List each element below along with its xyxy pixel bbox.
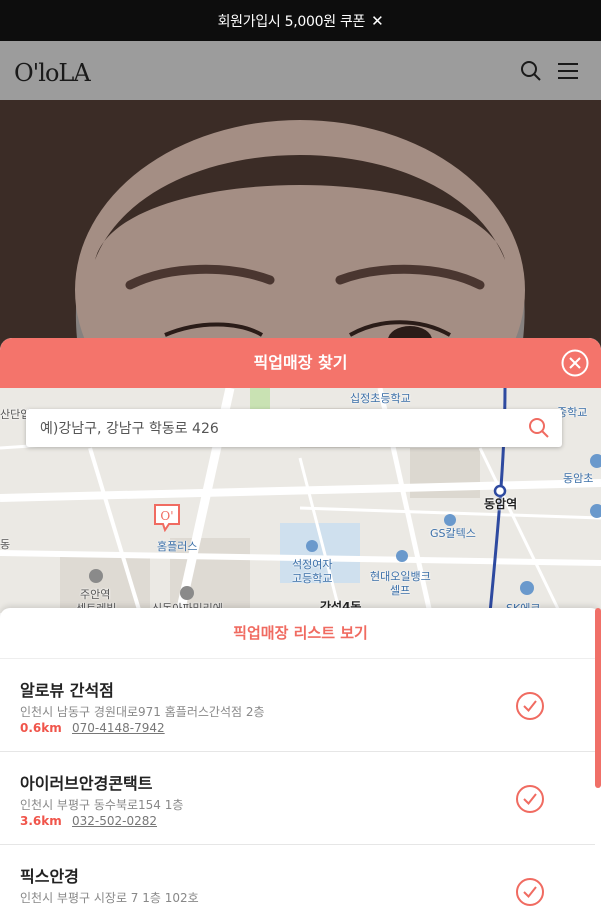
hamburger-menu-icon[interactable]	[556, 59, 580, 83]
panel-title: 픽업매장 찾기	[253, 353, 348, 372]
map-label-left-edge: 동	[0, 538, 11, 551]
store-item[interactable]: 픽스안경 인천시 부평구 시장로 7 1층 102호	[0, 845, 595, 907]
select-check-icon[interactable]	[515, 784, 545, 814]
store-name: 픽스안경	[20, 867, 79, 886]
store-item[interactable]: 아이러브안경콘택트 인천시 부평구 동수북로154 1층 3.6km 032-5…	[0, 752, 595, 845]
list-scrollbar[interactable]	[595, 608, 601, 788]
store-phone-link[interactable]: 070-4148-7942	[72, 721, 165, 735]
search-icon[interactable]	[519, 59, 543, 83]
promo-close-icon[interactable]: ✕	[371, 12, 384, 30]
address-search-box	[26, 409, 562, 449]
store-address: 인천시 부평구 동수북로154 1층	[20, 798, 184, 812]
map-label-homeplus: 홈플러스	[157, 540, 198, 553]
store-name: 알로뷰 간석점	[20, 681, 114, 700]
store-address: 인천시 부평구 시장로 7 1층 102호	[20, 891, 199, 905]
store-item[interactable]: 알로뷰 간석점 인천시 남동구 경원대로971 홈플러스간석점 2층 0.6km…	[0, 659, 595, 752]
map-label-school2-line2: 고등학교	[292, 572, 333, 585]
store-name: 아이러브안경콘택트	[20, 774, 153, 793]
map-label-school1: 십정초등학교	[350, 392, 411, 405]
store-list-toggle[interactable]: 픽업매장 리스트 보기	[0, 608, 601, 659]
store-distance: 0.6km	[20, 721, 62, 735]
promo-text: 회원가입시 5,000원 쿠폰	[217, 13, 366, 30]
map-label-dongam-middle: 동암초	[563, 472, 594, 485]
map-label-gs: GS칼텍스	[430, 527, 476, 540]
brand-logo[interactable]: O'loLA	[14, 59, 91, 87]
pickup-store-panel: 픽업매장 찾기 O' 십정초등학교 산단입 중학교 동암초 동암역 GS칼텍스 …	[0, 338, 601, 907]
store-distance: 3.6km	[20, 814, 62, 828]
hero-image	[0, 100, 601, 360]
store-address: 인천시 남동구 경원대로971 홈플러스간석점 2층	[20, 705, 265, 719]
hero-portrait	[0, 100, 601, 360]
panel-header: 픽업매장 찾기	[0, 338, 601, 388]
address-search-input[interactable]	[38, 409, 512, 449]
svg-text:O': O'	[160, 509, 173, 523]
close-circle-icon[interactable]	[561, 349, 589, 377]
map-label-oil-line2: 셀프	[390, 584, 411, 597]
store-list-sheet: 픽업매장 리스트 보기 알로뷰 간석점 인천시 남동구 경원대로971 홈플러스…	[0, 608, 601, 907]
homeplus-map-pin-icon[interactable]: O'	[152, 502, 182, 532]
search-icon[interactable]	[528, 417, 550, 439]
store-phone-link[interactable]: 032-502-0282	[72, 814, 157, 828]
select-check-icon[interactable]	[515, 877, 545, 907]
site-header: O'loLA	[0, 41, 601, 100]
select-check-icon[interactable]	[515, 691, 545, 721]
promo-banner: 회원가입시 5,000원 쿠폰 ✕	[0, 0, 601, 41]
map-label-station: 동암역	[484, 497, 518, 511]
